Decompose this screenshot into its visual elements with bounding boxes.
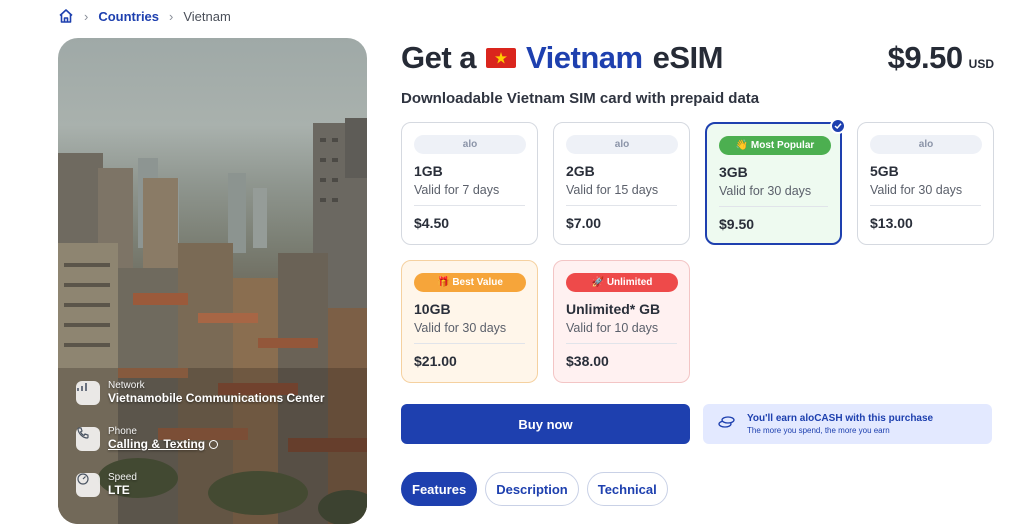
checkmark-icon (830, 118, 846, 134)
plan-card-5gb[interactable]: alo 5GB Valid for 30 days $13.00 (857, 122, 994, 245)
alo-logo-tag: alo (414, 135, 526, 154)
plan-validity: Valid for 7 days (414, 183, 500, 197)
plan-card-1gb[interactable]: alo 1GB Valid for 7 days $4.50 (401, 122, 538, 245)
city-skyline-illustration (58, 118, 367, 524)
plan-card-unlimited[interactable]: 🚀 Unlimited Unlimited* GB Valid for 10 d… (553, 260, 690, 383)
divider (414, 343, 525, 344)
plan-card-10gb[interactable]: 🎁 Best Value 10GB Valid for 30 days $21.… (401, 260, 538, 383)
network-info: Network Vietnamobile Communications Cent… (76, 380, 356, 405)
divider (414, 205, 525, 206)
plan-price: $9.50 (719, 216, 755, 232)
speed-label: Speed (108, 472, 137, 483)
unlimited-badge: 🚀 Unlimited (566, 273, 678, 292)
title-prefix: Get a (401, 40, 477, 75)
divider (870, 205, 981, 206)
plan-data: 3GB (719, 164, 748, 180)
alocash-earn-banner: You'll earn aloCASH with this purchase T… (703, 404, 992, 444)
network-value: Vietnamobile Communications Center (108, 391, 325, 405)
price-amount: $9.50 (887, 40, 964, 75)
plan-data: Unlimited* GB (566, 301, 661, 317)
plan-data: 1GB (414, 163, 443, 179)
chevron-right-icon: › (84, 8, 89, 24)
speedometer-icon (76, 472, 100, 497)
plan-price: $38.00 (566, 353, 609, 369)
divider (719, 206, 828, 207)
plan-validity: Valid for 30 days (870, 183, 963, 197)
plan-data: 10GB (414, 301, 451, 317)
alo-logo-tag: alo (870, 135, 982, 154)
chevron-right-icon: › (169, 8, 174, 24)
price-display: $9.50 USD (888, 40, 994, 76)
price-currency: USD (968, 57, 994, 71)
signal-bars-icon (76, 380, 100, 405)
speed-value: LTE (108, 483, 130, 497)
plan-card-2gb[interactable]: alo 2GB Valid for 15 days $7.00 (553, 122, 690, 245)
breadcrumb: › Countries › Vietnam (58, 7, 231, 25)
alo-logo-tag: alo (566, 135, 678, 154)
plan-price: $21.00 (414, 353, 457, 369)
plan-validity: Valid for 30 days (414, 321, 507, 335)
phone-icon (76, 426, 100, 451)
plan-price: $7.00 (566, 215, 602, 231)
plan-price: $4.50 (414, 215, 450, 231)
earn-title: You'll earn aloCASH with this purchase (747, 413, 934, 424)
breadcrumb-current: Vietnam (183, 8, 231, 24)
page-subtitle: Downloadable Vietnam SIM card with prepa… (401, 90, 760, 107)
most-popular-badge: 👋 Most Popular (719, 136, 831, 155)
page-title: Get a Vietnam eSIM (401, 40, 723, 76)
earn-subtitle: The more you spend, the more you earn (747, 426, 890, 435)
plan-validity: Valid for 30 days (719, 184, 812, 198)
tab-description[interactable]: Description (485, 472, 579, 506)
plan-data: 5GB (870, 163, 899, 179)
plan-validity: Valid for 10 days (566, 321, 659, 335)
tab-features[interactable]: Features (401, 472, 478, 506)
title-suffix: eSIM (652, 40, 724, 75)
divider (566, 205, 677, 206)
network-label: Network (108, 380, 145, 391)
hero-city-image: Network Vietnamobile Communications Cent… (58, 38, 367, 524)
vietnam-flag-icon (486, 48, 517, 68)
details-tabs: Features Description Technical (401, 472, 668, 506)
home-icon[interactable] (58, 8, 74, 24)
phone-label: Phone (108, 426, 137, 437)
breadcrumb-countries-link[interactable]: Countries (98, 9, 159, 24)
info-icon[interactable] (209, 439, 219, 449)
title-country: Vietnam (526, 40, 643, 75)
plan-validity: Valid for 15 days (566, 183, 659, 197)
tab-technical[interactable]: Technical (586, 472, 668, 506)
phone-value[interactable]: Calling & Texting (108, 437, 205, 451)
speed-info: Speed LTE (76, 472, 356, 497)
plan-data: 2GB (566, 163, 595, 179)
plan-card-3gb[interactable]: 👋 Most Popular 3GB Valid for 30 days $9.… (705, 118, 846, 245)
coins-icon (717, 414, 737, 435)
buy-now-button[interactable]: Buy now (401, 404, 690, 444)
best-value-badge: 🎁 Best Value (414, 273, 526, 292)
plan-price: $13.00 (870, 215, 913, 231)
divider (566, 343, 677, 344)
phone-info: Phone Calling & Texting (76, 426, 356, 451)
